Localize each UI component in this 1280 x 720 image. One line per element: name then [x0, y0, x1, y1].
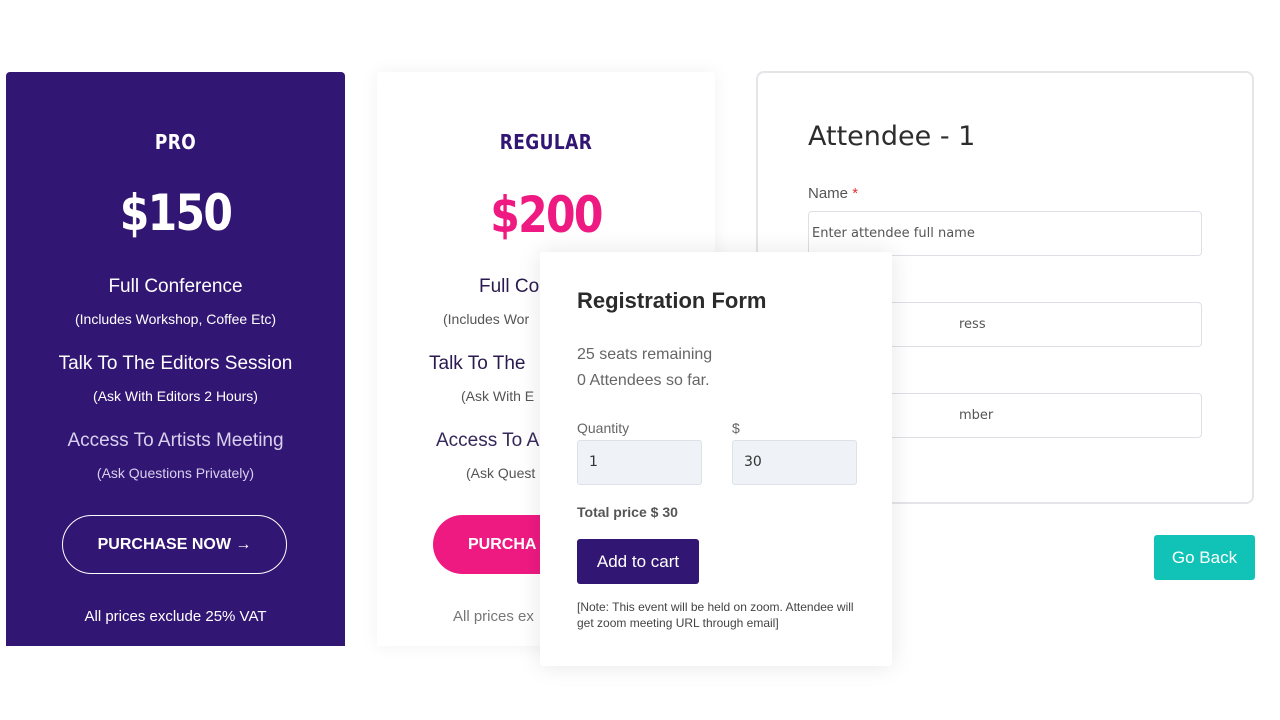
quantity-input[interactable]: 1	[577, 440, 702, 485]
vat-note: All prices exclude 25% VAT	[84, 608, 267, 625]
price-field: 30	[732, 440, 857, 485]
feature-subtitle: (Ask With Editors 2 Hours)	[93, 388, 258, 404]
page: PRO $150 Full Conference (Includes Works…	[0, 0, 1280, 720]
feature-title: Talk To The	[429, 353, 526, 374]
feature-subtitle: (Ask Quest	[466, 465, 536, 481]
purchase-now-button[interactable]: PURCHASE NOW →	[62, 515, 287, 574]
plan-name: REGULAR	[499, 130, 593, 154]
feature-subtitle: (Ask With E	[461, 388, 535, 404]
plan-name: PRO	[154, 130, 197, 154]
popup-title: Registration Form	[577, 288, 767, 313]
total-price: Total price $ 30	[577, 504, 678, 520]
name-label-text: Name	[808, 185, 849, 202]
purchase-button-label: PURCHA	[468, 536, 537, 553]
feature-title: Talk To The Editors Session	[58, 353, 293, 374]
feature-title: Access To Artists Meeting	[67, 430, 284, 451]
plan-price: $200	[490, 186, 603, 244]
quantity-label: Quantity	[577, 420, 630, 436]
pro-plan-card: PRO $150 Full Conference (Includes Works…	[6, 72, 345, 646]
feature-subtitle: (Includes Workshop, Coffee Etc)	[74, 311, 277, 327]
attendee-name-input[interactable]: Enter attendee full name	[808, 211, 1202, 256]
name-label: Name *	[808, 185, 858, 202]
registration-form-popup: Registration Form 25 seats remaining 0 A…	[540, 252, 892, 666]
feature-title: Access To A	[436, 430, 540, 451]
feature-title: Full Conference	[108, 276, 243, 297]
required-mark: *	[852, 185, 859, 202]
add-to-cart-button[interactable]: Add to cart	[577, 539, 699, 584]
zoom-note: [Note: This event will be held on zoom. …	[577, 600, 854, 630]
feature-subtitle: (Ask Questions Privately)	[96, 465, 255, 481]
feature-subtitle: (Includes Wor	[443, 311, 530, 327]
plan-price: $150	[119, 184, 233, 242]
feature-title: Full Co	[479, 276, 540, 297]
seats-remaining: 25 seats remaining	[577, 346, 713, 363]
price-label: $	[732, 420, 740, 436]
attendee-title: Attendee - 1	[808, 121, 976, 152]
vat-note: All prices ex	[453, 608, 534, 625]
go-back-button[interactable]: Go Back	[1154, 535, 1255, 580]
attendees-count: 0 Attendees so far.	[577, 372, 710, 389]
